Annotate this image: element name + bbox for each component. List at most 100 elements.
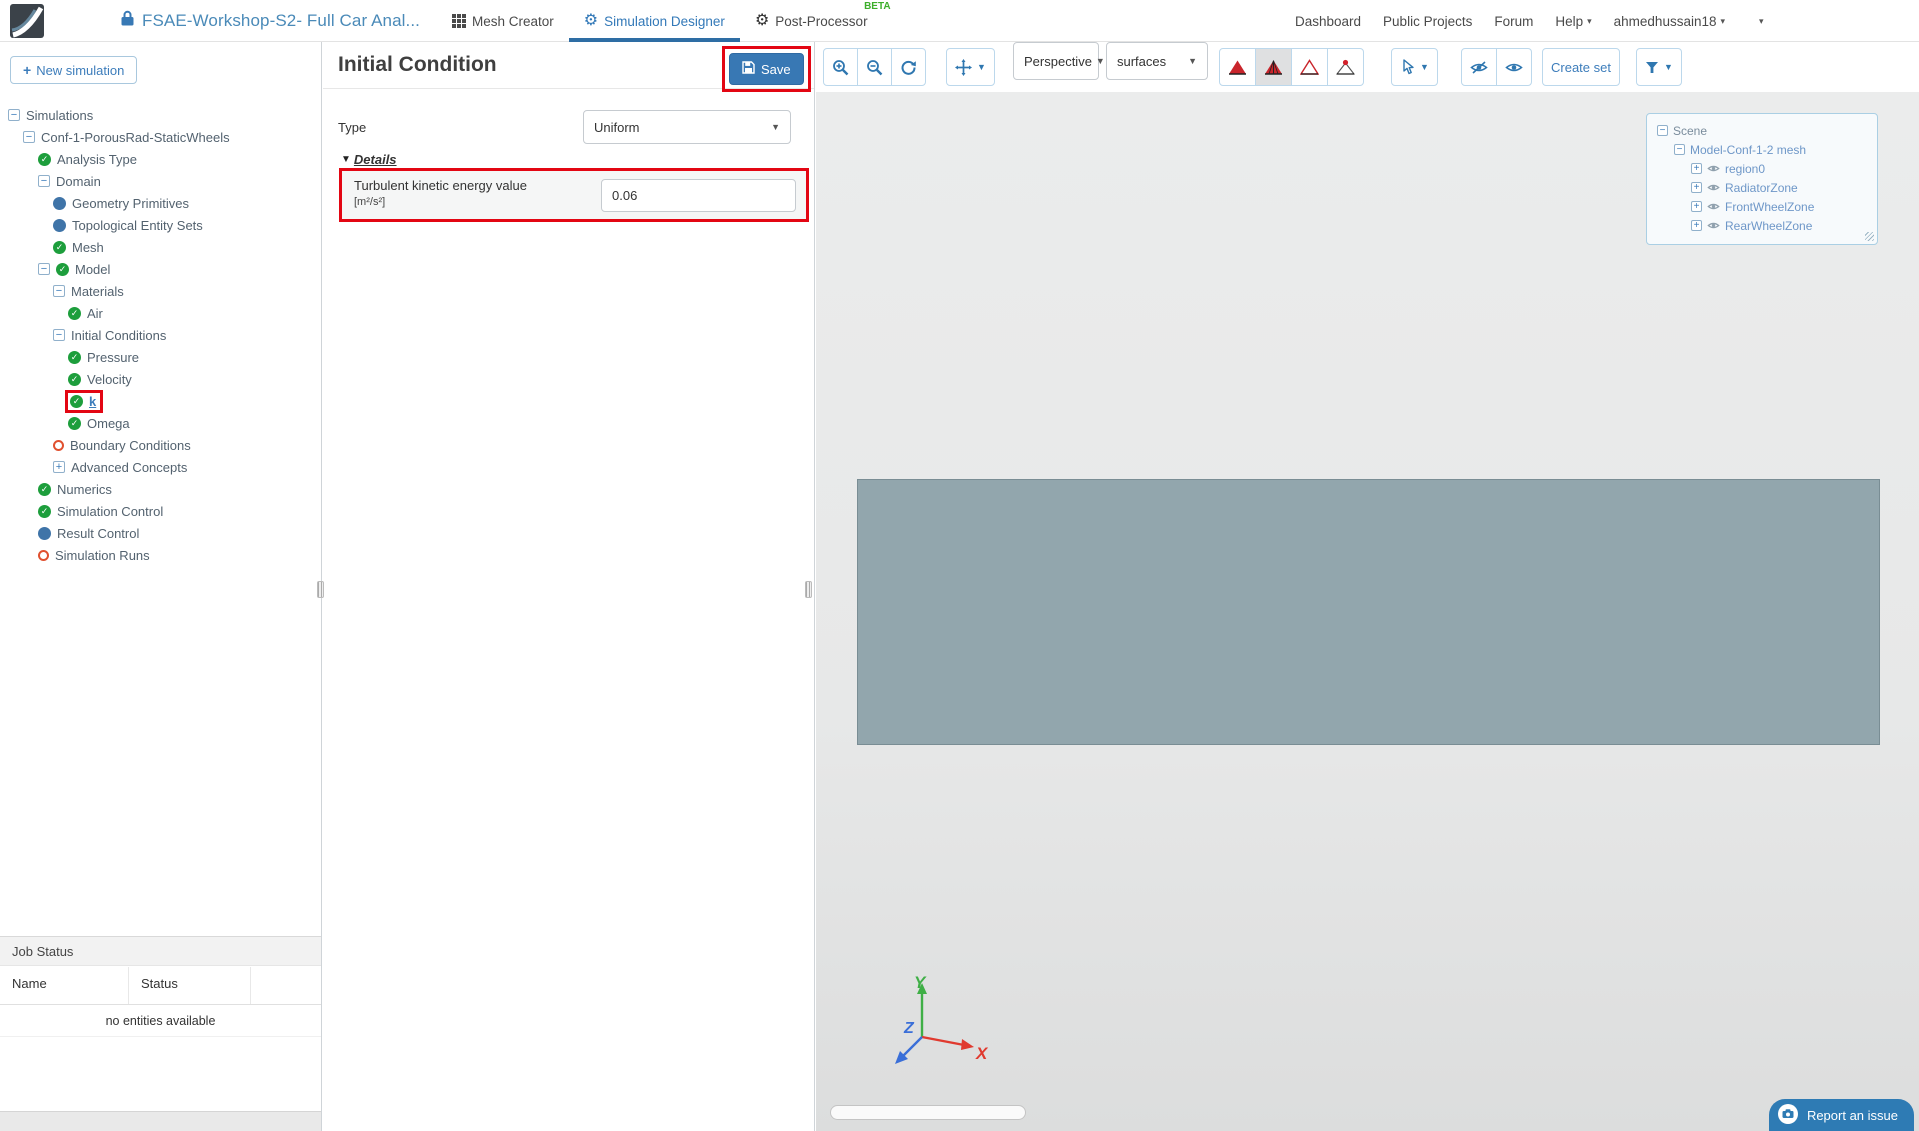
chevron-down-icon: ▼ [1096,56,1105,66]
tree-item-scene[interactable]: −Scene [1653,121,1871,140]
zoom-in-button[interactable] [823,48,858,86]
collapse-icon[interactable]: − [53,285,65,297]
solid-wireframe-mesh-icon-button[interactable] [1255,48,1292,86]
expand-icon[interactable]: + [1691,220,1702,231]
check-circle-icon [38,505,51,518]
tree-item-label: Geometry Primitives [72,196,189,211]
viewport-3d-scene[interactable]: −Scene−Model-Conf-1-2 mesh+region0+Radia… [816,92,1919,1131]
tree-item-boundary-conditions[interactable]: Boundary Conditions [0,434,319,456]
tree-item-simulations[interactable]: −Simulations [0,104,319,126]
expand-icon[interactable]: + [53,461,65,473]
tree-item-label: RearWheelZone [1725,219,1812,233]
tab-mesh-creator[interactable]: Mesh Creator [437,0,569,42]
eye-icon[interactable] [1707,183,1720,192]
overlay-resize-handle[interactable] [1865,232,1874,241]
grid-icon [452,14,466,28]
collapse-icon[interactable]: − [1674,144,1685,155]
render-mode-select[interactable]: surfaces ▼ [1106,42,1208,80]
tree-item-region0[interactable]: +region0 [1653,159,1871,178]
tree-item-model[interactable]: − Model [0,258,319,280]
nav-forum[interactable]: Forum [1494,14,1533,29]
tree-item-mesh[interactable]: Mesh [0,236,319,258]
horizontal-scrollbar-thumb[interactable] [830,1105,1026,1120]
collapse-icon[interactable]: − [53,329,65,341]
tab-post-processor[interactable]: BETA ⚙ Post-Processor [740,0,883,42]
nav-dashboard[interactable]: Dashboard [1295,14,1361,29]
tree-item-label: Model [75,262,110,277]
turbulent-kinetic-energy-input[interactable] [601,179,796,212]
pan-move-button[interactable]: ▼ [946,48,995,86]
wireframe-mesh-icon-button[interactable] [1291,48,1328,86]
nav-user-menu[interactable]: ahmedhussain18 ▾ [1614,14,1725,29]
navbar-collapse-caret[interactable]: ▾ [1755,16,1764,27]
show-selection-button[interactable] [1496,48,1532,86]
tree-item-omega[interactable]: Omega [0,412,319,434]
tree-item-simulation-runs[interactable]: Simulation Runs [0,544,319,566]
refresh-view-button[interactable] [891,48,926,86]
tree-item-frontwheelzone[interactable]: +FrontWheelZone [1653,197,1871,216]
project-title[interactable]: FSAE-Workshop-S2- Full Car Anal... [142,11,420,31]
tree-item-initial-conditions[interactable]: −Initial Conditions [0,324,319,346]
expand-icon[interactable]: + [1691,201,1702,212]
tree-item-geometry-primitives[interactable]: Geometry Primitives [0,192,319,214]
perspective-select[interactable]: Perspective ▼ [1013,42,1099,80]
chevron-down-icon: ▼ [771,122,780,132]
points-mesh-icon-button[interactable] [1327,48,1364,86]
tree-item-analysis-type[interactable]: Analysis Type [0,148,319,170]
tree-item-radiatorzone[interactable]: +RadiatorZone [1653,178,1871,197]
tree-item-velocity[interactable]: Velocity [0,368,319,390]
tree-item-rearwheelzone[interactable]: + RearWheelZone [1653,216,1871,235]
expand-icon[interactable]: + [1691,163,1702,174]
status-dot-icon [53,219,66,232]
create-set-button[interactable]: Create set [1542,48,1620,86]
tree-item-label: Result Control [57,526,139,541]
chevron-down-icon: ▾ [1759,16,1764,27]
solid-mesh-icon-button[interactable] [1219,48,1256,86]
tree-item-domain[interactable]: −Domain [0,170,319,192]
tree-item-topological-entity-sets[interactable]: Topological Entity Sets [0,214,319,236]
zoom-out-button[interactable] [857,48,892,86]
tree-item-conf-1-porousrad-staticwheels[interactable]: −Conf-1-PorousRad-StaticWheels [0,126,319,148]
report-issue-button[interactable]: Report an issue [1769,1099,1914,1131]
details-section-toggle[interactable]: ▼ Details [341,152,397,167]
nav-public-projects[interactable]: Public Projects [1383,14,1472,29]
panel-resize-handle[interactable] [805,581,812,598]
eye-icon[interactable] [1707,221,1720,230]
save-button[interactable]: Save [729,53,804,85]
chevron-down-icon: ▾ [1720,16,1725,27]
tab-simulation-designer[interactable]: ⚙ Simulation Designer [569,0,740,42]
eye-icon[interactable] [1707,164,1720,173]
simscale-logo-icon[interactable] [10,4,44,38]
collapse-icon[interactable]: − [38,175,50,187]
tree-item-numerics[interactable]: Numerics [0,478,319,500]
tree-item-advanced-concepts[interactable]: +Advanced Concepts [0,456,319,478]
check-circle-icon [68,417,81,430]
tree-item-result-control[interactable]: Result Control [0,522,319,544]
mesh-bounding-box[interactable] [857,479,1880,745]
filter-button[interactable]: ▼ [1636,48,1682,86]
tree-item-model-conf-1-2-mesh[interactable]: −Model-Conf-1-2 mesh [1653,140,1871,159]
new-simulation-button[interactable]: + New simulation [10,56,137,84]
hide-selection-button[interactable] [1461,48,1497,86]
tree-item-k[interactable]: k [0,390,319,412]
sidebar-resize-handle[interactable] [317,581,324,598]
check-circle-icon [70,395,83,408]
column-header-name: Name [0,967,128,1004]
tree-item-label: Simulations [26,108,93,123]
collapse-icon[interactable]: − [23,131,35,143]
type-select[interactable]: Uniform ▼ [583,110,791,144]
turbulent-kinetic-energy-row: Turbulent kinetic energy value [m²/s²] [342,171,806,219]
nav-help-menu[interactable]: Help ▾ [1555,14,1591,29]
collapse-icon[interactable]: − [8,109,20,121]
tree-item-pressure[interactable]: Pressure [0,346,319,368]
tree-item-label: Analysis Type [57,152,137,167]
tree-item-simulation-control[interactable]: Simulation Control [0,500,319,522]
tree-item-label: Simulation Runs [55,548,150,563]
tree-item-air[interactable]: Air [0,302,319,324]
tree-item-materials[interactable]: −Materials [0,280,319,302]
pointer-tool-button[interactable]: ▼ [1391,48,1438,86]
expand-icon[interactable]: + [1691,182,1702,193]
collapse-icon[interactable]: − [38,263,50,275]
collapse-icon[interactable]: − [1657,125,1668,136]
eye-icon[interactable] [1707,202,1720,211]
